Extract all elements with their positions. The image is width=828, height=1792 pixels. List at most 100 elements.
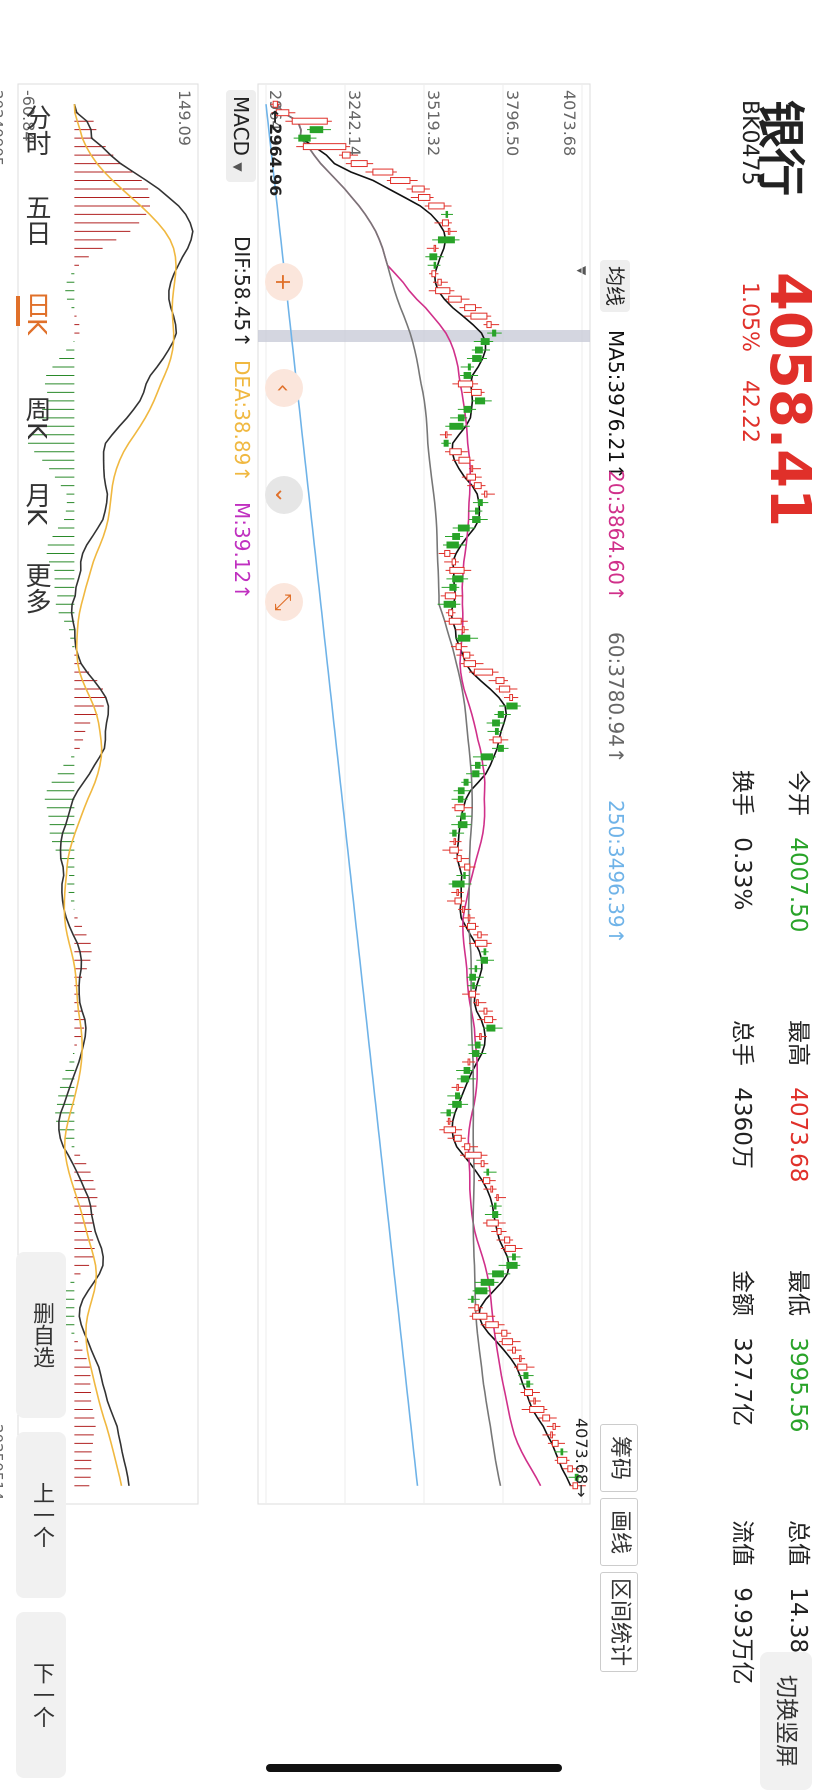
- candle-body: [453, 1134, 462, 1142]
- candle-body: [472, 1312, 488, 1320]
- tab-1[interactable]: 五日: [18, 194, 55, 246]
- chevron-down-icon[interactable]: ⌄: [265, 476, 303, 514]
- candle-body: [298, 134, 311, 142]
- candle-body: [470, 312, 488, 320]
- candle-body: [474, 965, 478, 973]
- candle-body: [468, 990, 476, 998]
- candle-body: [447, 1117, 451, 1125]
- candle-body: [529, 1406, 545, 1413]
- candle-body: [448, 295, 462, 303]
- candle-body: [449, 583, 457, 591]
- candle-body: [506, 1261, 518, 1269]
- dif-value: DIF:58.45↑: [230, 236, 254, 349]
- m-value: M:39.12↑: [230, 502, 254, 601]
- candle-body: [472, 516, 481, 524]
- tab-0[interactable]: 分时: [18, 104, 55, 156]
- candle-body: [519, 1355, 522, 1363]
- candle-body: [466, 473, 476, 481]
- tab-2[interactable]: 日K: [18, 292, 55, 335]
- candle-body: [470, 465, 474, 473]
- remove-watchlist-button[interactable]: 删自选: [16, 1252, 66, 1418]
- x-start-date: 20240905: [0, 90, 6, 167]
- candle-body: [467, 363, 471, 371]
- candle-body: [492, 719, 500, 727]
- prev-stock-button[interactable]: 上一个: [16, 1432, 66, 1598]
- candle-body: [497, 711, 504, 718]
- candle-body: [474, 1304, 479, 1312]
- candle-body: [469, 973, 476, 981]
- candle-body: [455, 643, 462, 651]
- candle-body: [533, 1397, 536, 1405]
- candle-body: [454, 897, 462, 905]
- candle-body: [471, 388, 482, 396]
- candle-body: [550, 1431, 553, 1439]
- candle-body: [495, 677, 505, 685]
- candle-body: [492, 1270, 504, 1278]
- candle-body: [452, 1100, 462, 1108]
- candle-body: [448, 617, 462, 625]
- candle-body: [443, 439, 449, 447]
- candle-body: [497, 744, 504, 752]
- candle-body: [429, 253, 438, 261]
- candle-body: [486, 321, 492, 329]
- home-indicator: [266, 1764, 562, 1772]
- candle-body: [457, 634, 471, 642]
- tab-5[interactable]: 更多: [18, 562, 55, 614]
- candle-body: [272, 100, 278, 108]
- next-stock-button[interactable]: 下一个: [16, 1612, 66, 1778]
- candle-body: [291, 117, 328, 125]
- candle-body: [452, 829, 457, 837]
- candle-body: [504, 1236, 511, 1244]
- candle-body: [458, 456, 471, 464]
- candle-body: [411, 185, 425, 193]
- candle-body: [492, 736, 502, 744]
- candle-body: [449, 448, 462, 456]
- candle-body: [461, 905, 465, 913]
- candle-body: [463, 660, 476, 668]
- scroll-left-icon[interactable]: ‹: [265, 369, 303, 407]
- chevron-down-icon: ▼: [231, 162, 245, 172]
- candle-body: [476, 999, 479, 1007]
- candle-body: [560, 1448, 564, 1456]
- candle-body: [453, 838, 457, 846]
- candle-body: [506, 702, 518, 710]
- candle-body: [302, 143, 347, 151]
- candle-body: [460, 812, 466, 820]
- circle-button-glyph: ⌄: [270, 486, 295, 504]
- candle-body: [341, 151, 351, 159]
- candle-body: [452, 880, 465, 888]
- candle-body: [473, 482, 482, 490]
- candle-body: [480, 956, 488, 964]
- indicator-selector[interactable]: MACD ▼: [226, 90, 256, 182]
- candle-body: [474, 761, 481, 769]
- candle-body: [441, 219, 449, 227]
- candle-body: [447, 227, 451, 235]
- candle-body: [309, 126, 324, 134]
- dea-value: DEA:38.89↑: [230, 360, 254, 483]
- min-price-label: ←2964.96: [266, 110, 285, 196]
- candle-body: [463, 872, 466, 879]
- candle-body: [446, 1109, 451, 1117]
- candle-body: [457, 795, 464, 803]
- tab-3[interactable]: 周K: [18, 396, 55, 439]
- candle-body: [512, 1346, 516, 1354]
- max-price-label: 4073.68→: [572, 1418, 591, 1498]
- candle-body: [501, 1338, 514, 1346]
- candle-body: [501, 1329, 508, 1337]
- candle-body: [477, 499, 483, 507]
- candle-body: [479, 1033, 482, 1041]
- candle-body: [464, 1151, 482, 1159]
- reset-zoom-icon[interactable]: ⤡: [265, 583, 303, 621]
- candle-body: [417, 194, 431, 201]
- zoom-in-icon[interactable]: +: [265, 263, 303, 301]
- candle-body: [498, 685, 511, 693]
- y-tick-label: 4073.68: [560, 90, 579, 156]
- candle-body: [464, 1143, 471, 1151]
- tab-4[interactable]: 月K: [18, 482, 55, 525]
- candle-body: [437, 236, 455, 244]
- candle-body: [472, 770, 480, 778]
- candle-body: [457, 380, 474, 388]
- candle-body: [444, 431, 448, 439]
- candle-body: [444, 592, 457, 600]
- candle-body: [457, 524, 470, 532]
